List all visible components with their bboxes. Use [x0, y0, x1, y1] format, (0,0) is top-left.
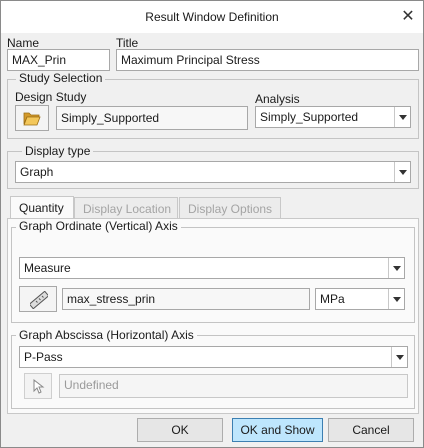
tab-display-location[interactable]: Display Location — [74, 197, 178, 219]
select-measure-button[interactable] — [19, 286, 57, 312]
display-type-select[interactable]: Graph — [15, 161, 411, 183]
ok-button[interactable]: OK — [137, 418, 223, 442]
chevron-down-icon[interactable] — [394, 162, 410, 182]
ordinate-type-value: Measure — [24, 261, 71, 275]
chevron-down-icon[interactable] — [394, 107, 410, 127]
abscissa-title: Graph Abscissa (Horizontal) Axis — [16, 328, 197, 342]
abscissa-type-select[interactable]: P-Pass — [19, 346, 408, 368]
title-field[interactable]: Maximum Principal Stress — [116, 49, 419, 71]
design-study-field[interactable]: Simply_Supported — [56, 106, 248, 130]
arrow-cursor-icon — [33, 379, 45, 394]
display-type-title: Display type — [22, 144, 94, 158]
folder-open-icon — [23, 112, 41, 126]
analysis-value: Simply_Supported — [260, 110, 359, 124]
chevron-down-icon[interactable] — [388, 289, 404, 309]
name-label: Name — [7, 36, 40, 50]
design-study-label: Design Study — [15, 90, 87, 104]
title-bar: Result Window Definition ✕ — [1, 1, 423, 33]
title-label: Title — [116, 36, 139, 50]
result-window-dialog: Result Window Definition ✕ Name MAX_Prin… — [0, 0, 424, 448]
analysis-select[interactable]: Simply_Supported — [255, 106, 411, 128]
study-selection-title: Study Selection — [16, 71, 106, 85]
tab-display-options[interactable]: Display Options — [179, 197, 281, 219]
measure-field[interactable]: max_stress_prin — [62, 288, 310, 310]
ordinate-type-select[interactable]: Measure — [19, 257, 405, 279]
units-select[interactable]: MPa — [315, 288, 405, 310]
close-icon[interactable]: ✕ — [397, 7, 419, 27]
select-abscissa-button[interactable] — [24, 373, 52, 399]
analysis-label: Analysis — [255, 92, 300, 106]
ruler-icon — [30, 291, 48, 309]
cancel-button[interactable]: Cancel — [328, 418, 414, 442]
abscissa-type-value: P-Pass — [24, 350, 63, 364]
chevron-down-icon[interactable] — [391, 347, 407, 367]
ordinate-title: Graph Ordinate (Vertical) Axis — [16, 219, 181, 233]
open-design-study-button[interactable] — [15, 105, 49, 131]
undefined-field: Undefined — [59, 374, 408, 398]
ok-and-show-button[interactable]: OK and Show — [232, 418, 323, 442]
chevron-down-icon[interactable] — [388, 258, 404, 278]
display-type-value: Graph — [20, 165, 54, 179]
name-field[interactable]: MAX_Prin — [7, 49, 110, 71]
units-value: MPa — [320, 292, 345, 306]
window-title: Result Window Definition — [145, 10, 279, 24]
tab-quantity[interactable]: Quantity — [10, 196, 74, 219]
